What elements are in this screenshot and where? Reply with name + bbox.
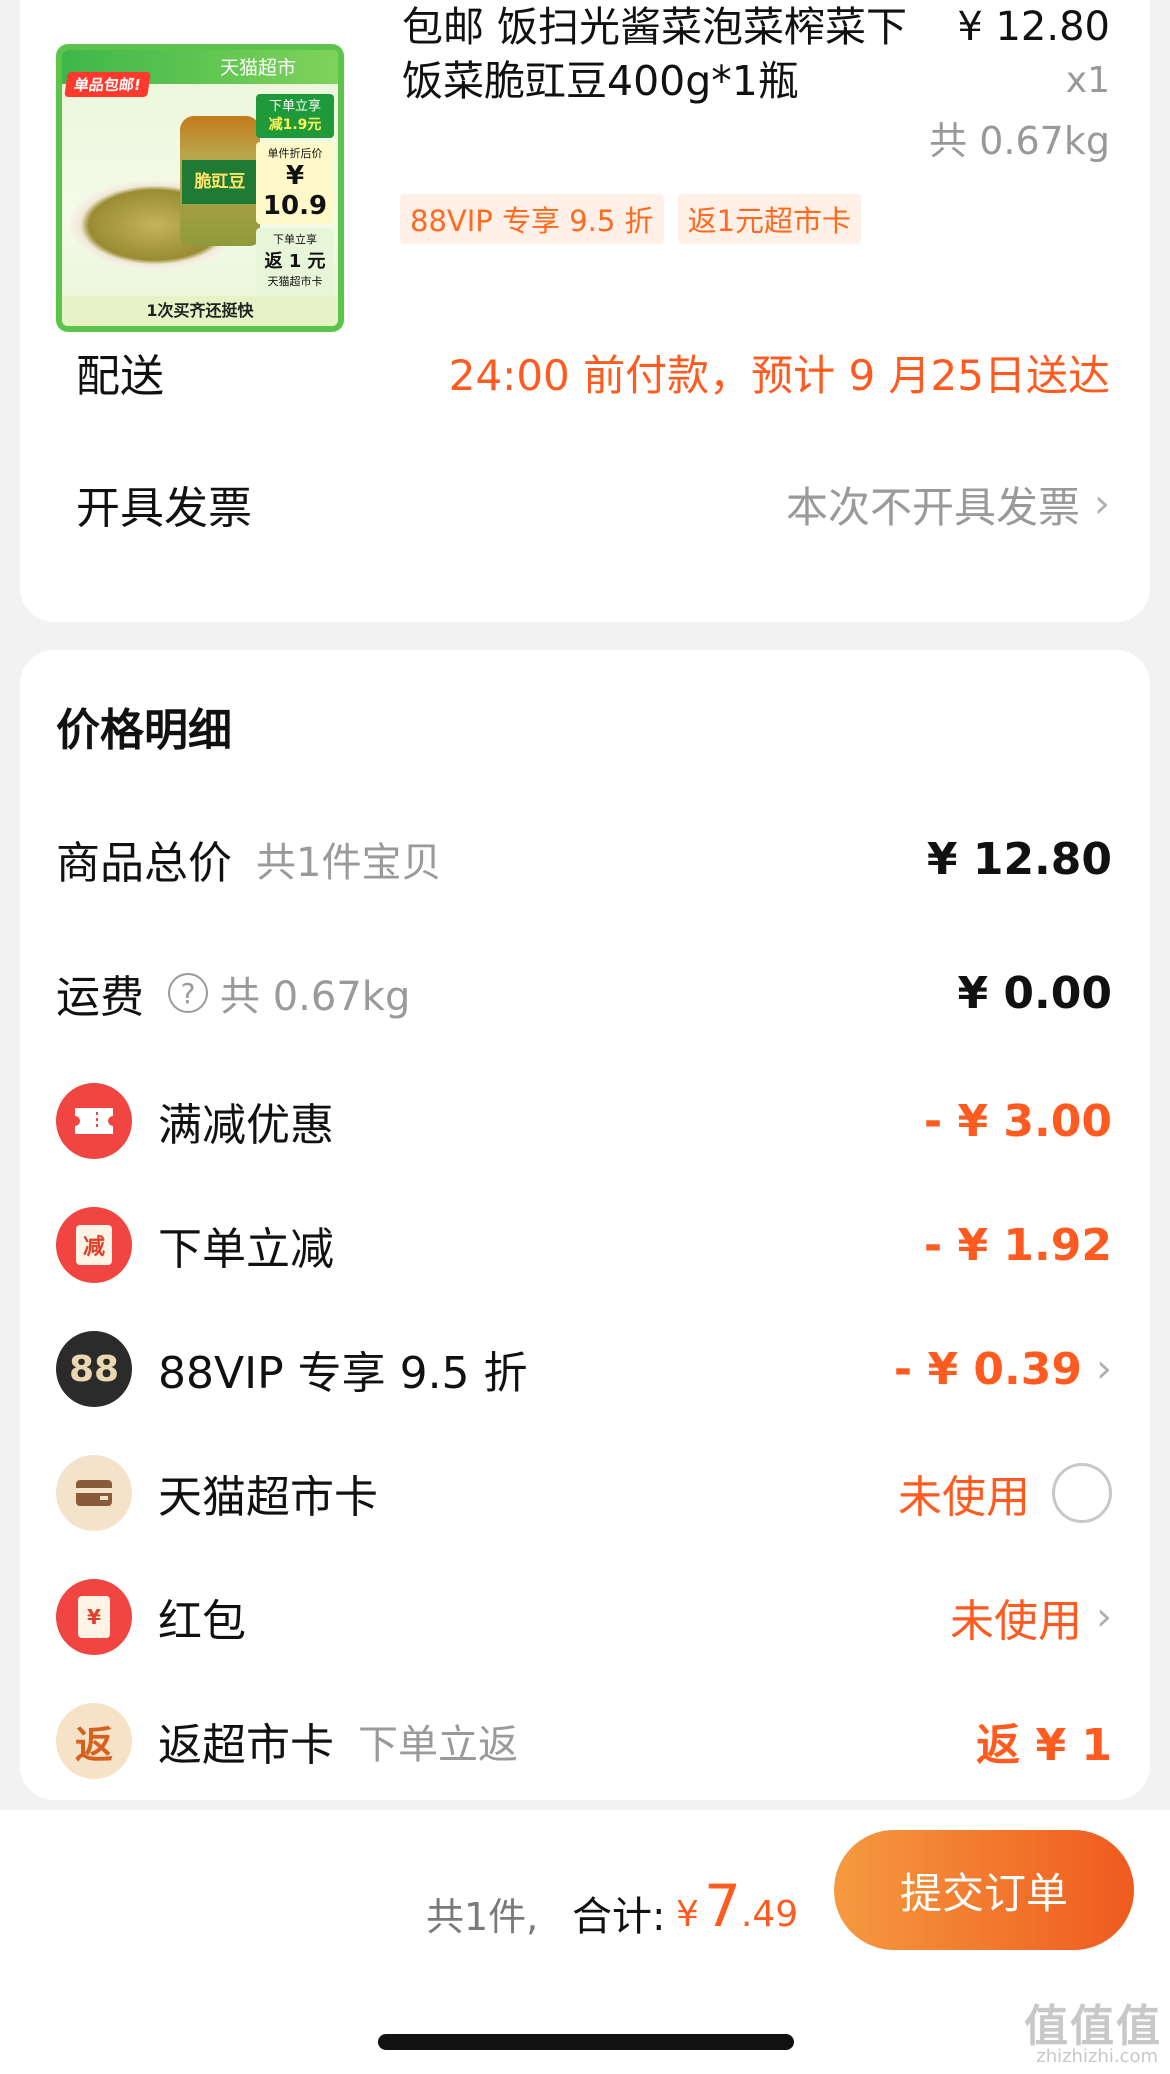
rebate-sub: 下单立返 [358,1722,518,1768]
product-tags: 88VIP 专享 9.5 折 返1元超市卡 [400,194,862,244]
rebate-label: 返超市卡 [158,1720,334,1771]
total-label: 合计: [572,1894,666,1940]
order-item-card: 天猫超市 单品包邮! 脆豇豆 下单立享 减1.9元 单件折后价 ¥ 10.9 下… [20,0,1150,622]
promo-box-price-label: 单件折后价 [267,147,323,160]
watermark-logo: 值值值 [1024,2001,1162,2052]
invoice-label: 开具发票 [76,483,252,534]
vip-discount-amount: - ¥ 0.39 [893,1343,1082,1395]
market-card-label: 天猫超市卡 [158,1472,378,1523]
submit-order-button[interactable]: 提交订单 [834,1830,1134,1950]
red-packet-label: 红包 [158,1596,246,1647]
order-reduction-label: 下单立减 [158,1224,334,1275]
promo-box-rebate-bottom: 天猫超市卡 [267,275,323,288]
price-detail-card: 价格明细 商品总价 共1件宝贝 ¥ 12.80 运费 ? 共 0.67kg ¥ … [20,650,1150,1800]
reduce-icon-text: 减 [76,1225,112,1265]
vip-88-icon: 88 [56,1331,132,1407]
full-reduction-amount: - ¥ 3.00 [923,1095,1112,1147]
total-count: 共1件, [426,1895,539,1939]
delivery-row[interactable]: 配送 24:00 前付款，预计 9 月25日送达 [76,340,1110,404]
promo-box-reduction-top: 下单立享 [268,99,321,114]
rebate-icon: 返 [56,1703,132,1779]
chevron-right-icon: › [1096,1346,1112,1392]
total-currency: ¥ [676,1894,699,1935]
invoice-row[interactable]: 开具发票 本次不开具发票 › [76,472,1110,536]
vip-discount-row[interactable]: 88 88VIP 专享 9.5 折 - ¥ 0.39 › [56,1331,1112,1407]
order-reduction-row: 减 下单立减 - ¥ 1.92 [56,1207,1112,1283]
goods-total-sub: 共1件宝贝 [256,840,442,886]
promo-box-rebate-top: 下单立享 [273,233,317,246]
ticket-icon [56,1083,132,1159]
order-reduction-amount: - ¥ 1.92 [923,1219,1112,1271]
total-amount: ¥ 7.49 [676,1872,798,1940]
rebate-amount: 返 ¥ 1 [976,1720,1112,1771]
market-card-radio[interactable] [1052,1463,1112,1523]
price-detail-title: 价格明细 [56,705,232,756]
image-promo-column: 下单立享 减1.9元 单件折后价 ¥ 10.9 下单立享 返 1 元 天猫超市卡 [256,94,334,324]
tag-88vip: 88VIP 专享 9.5 折 [400,194,664,244]
product-quantity: x1 [1065,60,1110,101]
image-ribbon: 单品包邮! [64,72,151,97]
card-icon [56,1455,132,1531]
shipping-amount: ¥ 0.00 [957,967,1113,1019]
image-footer: 1次买齐还挺快 [62,296,338,326]
red-packet-icon: ¥ [56,1579,132,1655]
red-packet-status: 未使用 [950,1596,1082,1647]
delivery-value: 24:00 前付款，预计 9 月25日送达 [448,350,1110,400]
full-reduction-row: 满减优惠 - ¥ 3.00 [56,1083,1112,1159]
shipping-row: 运费 ? 共 0.67kg ¥ 0.00 [56,958,1112,1028]
total-integer: 7 [704,1872,741,1940]
market-card-row[interactable]: 天猫超市卡 未使用 [56,1455,1112,1531]
chevron-right-icon: › [1096,1594,1112,1640]
full-reduction-label: 满减优惠 [158,1100,334,1151]
reduce-icon: 减 [56,1207,132,1283]
watermark-url: zhizhizhi.com [1036,2046,1158,2067]
promo-box-price-value: ¥ 10.9 [262,161,328,221]
chevron-right-icon: › [1094,481,1110,527]
shipping-sub: 共 0.67kg [220,974,411,1020]
delivery-label: 配送 [76,351,164,402]
product-weight: 共 0.67kg [929,119,1110,163]
market-card-status: 未使用 [898,1472,1030,1523]
promo-box-reduction: 下单立享 减1.9元 [256,94,334,138]
red-packet-row[interactable]: ¥ 红包 未使用 › [56,1579,1112,1655]
question-icon[interactable]: ? [168,973,208,1013]
tag-rebate: 返1元超市卡 [677,194,862,244]
jar-label: 脆豇豆 [182,160,258,204]
rebate-row: 返 返超市卡 下单立返 返 ¥ 1 [56,1703,1112,1779]
promo-box-rebate-main: 返 1 元 [264,251,326,272]
goods-total-amount: ¥ 12.80 [926,833,1112,885]
promo-box-reduction-bottom: 减1.9元 [268,117,322,133]
total-decimal: .49 [740,1894,799,1935]
shipping-label: 运费 [56,972,144,1023]
product-title[interactable]: 包邮 饭扫光酱菜泡菜榨菜下饭菜脆豇豆400g*1瓶 [402,0,922,108]
red-packet-icon-text: ¥ [78,1596,110,1638]
goods-total-label: 商品总价 [56,838,232,889]
product-price: ¥ 12.80 [957,4,1110,50]
home-indicator[interactable] [378,2034,794,2050]
promo-box-price: 单件折后价 ¥ 10.9 [256,142,334,224]
invoice-value: 本次不开具发票 [785,482,1080,532]
product-image[interactable]: 天猫超市 单品包邮! 脆豇豆 下单立享 减1.9元 单件折后价 ¥ 10.9 下… [56,44,344,332]
goods-total-row: 商品总价 共1件宝贝 ¥ 12.80 [56,824,1112,894]
vip-discount-label: 88VIP 专享 9.5 折 [158,1348,528,1399]
